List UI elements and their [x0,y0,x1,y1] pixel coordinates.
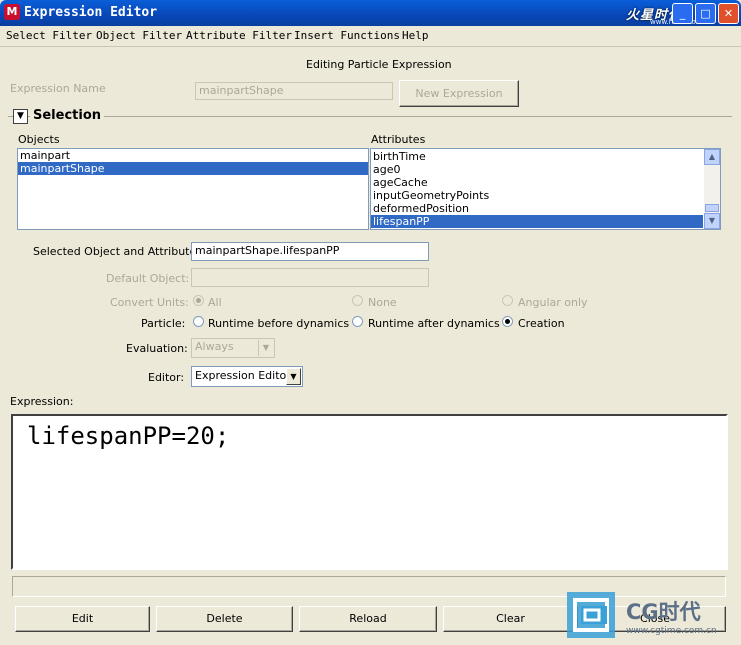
object-item-mainpartshape[interactable]: mainpartShape [18,162,368,175]
close-window-button[interactable]: ✕ [718,3,739,24]
window-title: Expression Editor [24,5,158,20]
attribute-item-inputgeometrypoints[interactable]: inputGeometryPoints [371,189,703,202]
watermark-brand: CG时代 [626,600,701,624]
convert-units-angular-radio[interactable] [502,295,513,306]
particle-after-dynamics-radio[interactable] [352,316,363,327]
attributes-label: Attributes [371,133,426,146]
particle-before-dynamics-radio[interactable] [193,316,204,327]
menu-insert-functions[interactable]: Insert Functions [294,29,400,42]
convert-units-none-radio[interactable] [352,295,363,306]
scroll-thumb[interactable] [705,204,719,212]
convert-units-all-radio[interactable] [193,295,204,306]
editor-dropdown[interactable]: Expression Editor ▼ [191,366,303,387]
scroll-up-arrow-icon[interactable]: ▲ [704,149,720,165]
default-object-label: Default Object: [106,272,190,285]
selection-title: Selection [30,108,105,123]
selected-object-attr-field[interactable]: mainpartShape.lifespanPP [191,242,429,261]
particle-creation-radio[interactable] [502,316,513,327]
evaluation-label: Evaluation: [126,342,188,355]
scroll-down-arrow-icon[interactable]: ▼ [704,213,720,229]
maximize-button[interactable]: □ [695,3,716,24]
selected-object-attr-label: Selected Object and Attribute: [33,245,200,258]
attributes-scrollbar[interactable]: ▲ ▼ [704,149,720,229]
convert-units-label: Convert Units: [110,296,189,309]
menu-object-filter[interactable]: Object Filter [96,29,182,42]
editor-value: Expression Editor [195,369,291,382]
convert-units-all-label: All [208,296,222,309]
attribute-item-age0[interactable]: age0 [371,163,703,176]
new-expression-button[interactable]: New Expression [399,80,519,107]
watermark-url: www.cgtime.com.cn [626,626,717,636]
evaluation-value: Always [195,340,234,353]
editor-heading: Editing Particle Expression [306,58,452,71]
minimize-button[interactable]: _ [672,3,693,24]
reload-button[interactable]: Reload [299,606,437,632]
expression-text: lifespanPP=20; [27,422,230,450]
delete-button[interactable]: Delete [156,606,293,632]
expression-label: Expression: [10,395,74,408]
cgtime-logo-icon [567,592,615,638]
expression-name-label: Expression Name [10,82,106,95]
attribute-item-lifespanpp[interactable]: lifespanPP [371,215,703,228]
objects-list[interactable]: mainpart mainpartShape [17,148,369,230]
attribute-item-birthtime[interactable]: birthTime [371,150,703,163]
menu-attribute-filter[interactable]: Attribute Filter [186,29,292,42]
convert-units-angular-label: Angular only [518,296,588,309]
attribute-item-deformedposition[interactable]: deformedPosition [371,202,703,215]
expression-name-field[interactable]: mainpartShape [195,82,393,100]
evaluation-dropdown[interactable]: Always ▼ [191,338,275,358]
selection-divider [8,116,732,117]
object-item-mainpart[interactable]: mainpart [18,149,368,162]
particle-after-dynamics-label: Runtime after dynamics [368,317,500,330]
convert-units-none-label: None [368,296,397,309]
evaluation-dropdown-arrow-icon[interactable]: ▼ [258,340,273,356]
clear-button[interactable]: Clear [443,606,578,632]
particle-label: Particle: [141,317,186,330]
collapse-arrow-icon[interactable]: ▼ [13,109,28,124]
attributes-list[interactable]: birthTime age0 ageCache inputGeometryPoi… [370,148,721,230]
edit-button[interactable]: Edit [15,606,150,632]
menu-help[interactable]: Help [402,29,429,42]
editor-dropdown-arrow-icon[interactable]: ▼ [286,368,301,385]
attribute-item-agecache[interactable]: ageCache [371,176,703,189]
default-object-field[interactable] [191,268,429,287]
expression-textarea[interactable]: lifespanPP=20; [11,414,728,570]
objects-label: Objects [18,133,60,146]
particle-before-dynamics-label: Runtime before dynamics [208,317,350,330]
particle-creation-label: Creation [518,317,565,330]
editor-label: Editor: [148,371,185,384]
maya-app-icon[interactable]: M [4,4,20,20]
menu-select-filter[interactable]: Select Filter [6,29,92,42]
